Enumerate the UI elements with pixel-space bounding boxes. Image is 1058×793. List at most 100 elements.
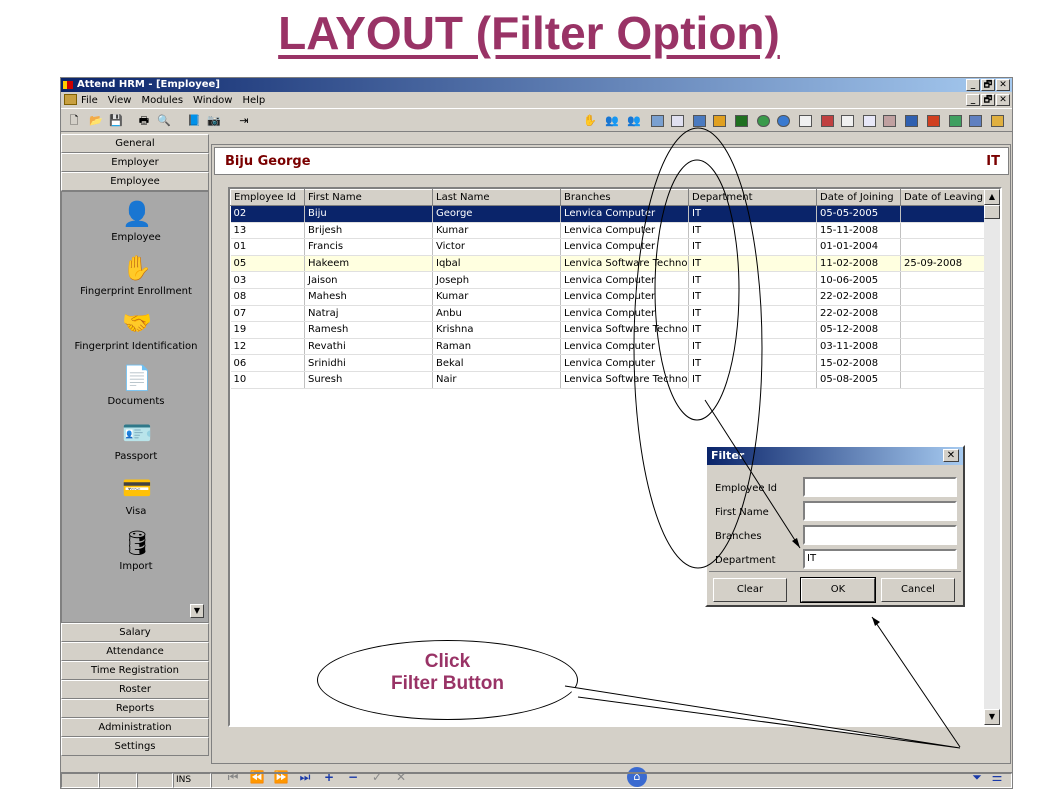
column-header[interactable]: Date of Leaving — [900, 189, 985, 206]
scroll-down-icon[interactable]: ▼ — [984, 709, 1000, 725]
column-header[interactable]: Branches — [560, 189, 689, 206]
nav-item-documents[interactable]: 📄 Documents — [62, 364, 210, 407]
table-row[interactable]: 19RameshKrishnaLenvica Software Technolo… — [230, 321, 985, 339]
grid-scrollbar[interactable]: ▲ ▼ — [984, 189, 1000, 725]
nav-item-import[interactable]: 🛢 Import — [62, 529, 210, 572]
calendar-icon[interactable] — [671, 115, 684, 127]
status-panel — [61, 773, 99, 788]
column-header[interactable]: Employee Id — [230, 189, 305, 206]
table-row[interactable]: 07 Natraj Anbu Lenvica Computer IT 22-02-2008 — [230, 305, 985, 323]
minimize-button[interactable]: _ — [966, 79, 980, 91]
list-icon[interactable] — [799, 115, 812, 127]
status-ins: INS — [173, 773, 211, 788]
filter-ok-button[interactable]: OK — [800, 577, 876, 603]
ledger-icon[interactable] — [735, 115, 748, 127]
child-close-button[interactable]: ✕ — [996, 94, 1010, 106]
module-icon[interactable] — [651, 115, 664, 127]
table-cell: Lenvica Computer — [560, 205, 689, 223]
table-row[interactable]: 03 Jaison Joseph Lenvica Computer IT 10-06-20… — [230, 271, 985, 289]
document-menu-icon[interactable] — [64, 94, 77, 105]
nav-item-visa[interactable]: 💳 Visa — [62, 474, 210, 517]
exit-icon[interactable]: ⇥ — [237, 114, 251, 128]
column-header[interactable]: Date of Joining — [816, 189, 901, 206]
filter-first-name-input[interactable] — [803, 501, 957, 521]
chart-icon[interactable] — [821, 115, 834, 127]
print-icon[interactable]: 🖶 — [137, 114, 151, 128]
nav-attendance[interactable]: Attendance — [61, 642, 209, 661]
nav-general[interactable]: General — [61, 134, 209, 153]
new-icon[interactable]: 🗋 — [67, 114, 81, 128]
card-icon[interactable] — [693, 115, 706, 127]
group-icon[interactable]: 👥 — [627, 114, 641, 128]
save-icon[interactable]: 💾 — [109, 114, 123, 128]
restore-button[interactable]: 🗗 — [981, 79, 995, 91]
open-folder-icon[interactable]: 📂 — [89, 114, 103, 128]
windows-icon[interactable] — [991, 115, 1004, 127]
nav-administration[interactable]: Administration — [61, 718, 209, 737]
users-icon[interactable]: 👥 — [605, 114, 619, 128]
table-cell — [900, 238, 985, 256]
nav-employee[interactable]: Employee — [61, 172, 209, 191]
employee-toolbar-icon[interactable] — [927, 115, 940, 127]
table-cell: IT — [688, 321, 817, 339]
column-header[interactable]: Last Name — [432, 189, 561, 206]
nav-item-fingerprint-identification[interactable]: 🤝 Fingerprint Identification — [62, 309, 210, 352]
filter-department-input[interactable]: IT — [803, 549, 957, 569]
employee-name: Biju George — [225, 154, 311, 169]
table-row[interactable]: 12 Revathi Raman Lenvica Computer IT 03-11-20… — [230, 338, 985, 356]
menu-file[interactable]: File — [81, 95, 98, 106]
table-row[interactable]: 08 Mahesh Kumar Lenvica Computer IT 22-02-200… — [230, 288, 985, 306]
child-minimize-button[interactable]: _ — [966, 94, 980, 106]
nav-scroll-down-icon[interactable]: ▼ — [190, 604, 204, 618]
table-row[interactable]: 01 Francis Victor Lenvica Computer IT 01-01-2… — [230, 238, 985, 256]
filter-button-area: Clear OK Cancel — [709, 571, 961, 605]
table-row[interactable]: 06 Srinidhi Bekal Lenvica Computer IT 15-02-2… — [230, 354, 985, 372]
table-row[interactable]: 10SureshNairLenvica Software TechnologIT… — [230, 371, 985, 389]
nav-reports[interactable]: Reports — [61, 699, 209, 718]
notes-icon[interactable] — [883, 115, 896, 127]
hand-icon[interactable]: ✋ — [583, 114, 597, 128]
table-row[interactable]: 02 Biju George Lenvica Computer IT 05-05-2005 — [230, 205, 985, 223]
nav-item-passport[interactable]: 🪪 Passport — [62, 419, 210, 462]
database-icon[interactable] — [969, 115, 982, 127]
camera-icon[interactable]: 📷 — [207, 114, 221, 128]
column-header[interactable]: First Name — [304, 189, 433, 206]
table-row[interactable]: 13 Brijesh Kumar Lenvica Computer IT 15-11-20… — [230, 222, 985, 240]
filter-employee-id-input[interactable] — [803, 477, 957, 497]
menu-window[interactable]: Window — [193, 95, 232, 106]
filter-clear-button[interactable]: Clear — [713, 578, 787, 602]
nav-item-label: Passport — [114, 451, 158, 462]
nav-item-employee[interactable]: 👤 Employee — [62, 200, 210, 243]
globe-icon[interactable] — [757, 115, 770, 127]
menu-modules[interactable]: Modules — [141, 95, 183, 106]
hand-icon: ✋ — [122, 254, 152, 282]
table-cell: IT — [688, 238, 817, 256]
clipboard-icon[interactable] — [863, 115, 876, 127]
nav-roster[interactable]: Roster — [61, 680, 209, 699]
filter-close-icon[interactable]: ✕ — [943, 449, 959, 462]
scroll-up-icon[interactable]: ▲ — [984, 189, 1000, 205]
import-toolbar-icon[interactable] — [949, 115, 962, 127]
close-button[interactable]: ✕ — [996, 79, 1010, 91]
nav-salary[interactable]: Salary — [61, 623, 209, 642]
report-icon[interactable] — [713, 115, 726, 127]
nav-item-fingerprint-enrollment[interactable]: ✋ Fingerprint Enrollment — [62, 254, 210, 297]
book-icon[interactable]: 📘 — [187, 114, 201, 128]
child-restore-button[interactable]: 🗗 — [981, 94, 995, 106]
menu-view[interactable]: View — [108, 95, 132, 106]
filter-cancel-button[interactable]: Cancel — [881, 578, 955, 602]
nav-employer[interactable]: Employer — [61, 153, 209, 172]
print-preview-icon[interactable]: 🔍 — [157, 114, 171, 128]
world-icon[interactable] — [777, 115, 790, 127]
filter-branches-input[interactable] — [803, 525, 957, 545]
nav-item-label: Visa — [125, 506, 147, 517]
scroll-thumb[interactable] — [984, 205, 1000, 219]
column-header[interactable]: Department — [688, 189, 817, 206]
nav-time-registration[interactable]: Time Registration — [61, 661, 209, 680]
id-card-icon[interactable] — [905, 115, 918, 127]
nav-settings[interactable]: Settings — [61, 737, 209, 756]
table-cell: 15-02-2008 — [816, 354, 901, 372]
menu-help[interactable]: Help — [242, 95, 265, 106]
doc-icon[interactable] — [841, 115, 854, 127]
table-row[interactable]: 05HakeemIqbalLenvica Software TechnologI… — [230, 255, 985, 273]
